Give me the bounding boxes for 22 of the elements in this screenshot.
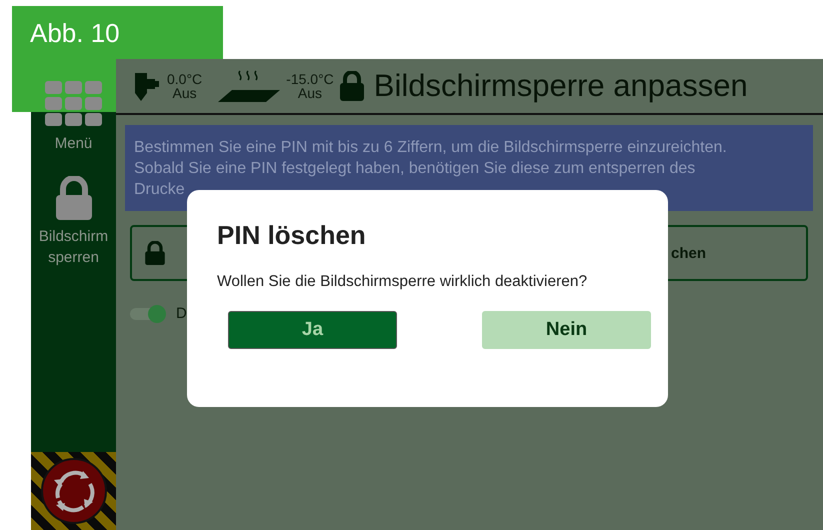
info-text: Sobald Sie eine PIN festgelegt haben, benötigen Sie diese zum entsperren des (134, 159, 696, 179)
sidebar-label[interactable]: Menü (31, 133, 116, 154)
bed-state: Aus (298, 86, 322, 100)
grid-menu-icon (44, 81, 102, 127)
lock-icon (54, 176, 94, 220)
toggle-label: D (176, 305, 187, 322)
page-title: Bildschirmsperre anpassen (374, 68, 748, 104)
info-text: Drucke (134, 180, 186, 200)
heated-bed-icon (218, 70, 280, 102)
nozzle-state: Aus (172, 86, 197, 100)
confirm-button[interactable]: Ja (228, 311, 397, 349)
toggle-switch[interactable] (130, 308, 164, 320)
dialog-message: Wollen Sie die Bildschirmsperre wirklich deaktivieren? (217, 273, 588, 291)
bed-temperature: -15.0°C (286, 72, 334, 86)
refresh-icon[interactable] (40, 458, 106, 524)
lock-icon (340, 71, 364, 101)
nozzle-temperature: 0.0°C (167, 72, 202, 86)
cancel-button[interactable]: Nein (482, 311, 651, 349)
lock-icon (144, 241, 166, 265)
dialog-title: PIN löschen (217, 220, 367, 251)
sidebar-label[interactable]: Bildschirm sperren (31, 226, 116, 268)
info-text: Bestimmen Sie eine PIN mit bis zu 6 Ziffern, um die Bildschirmsperre einzureichten. (134, 138, 728, 158)
